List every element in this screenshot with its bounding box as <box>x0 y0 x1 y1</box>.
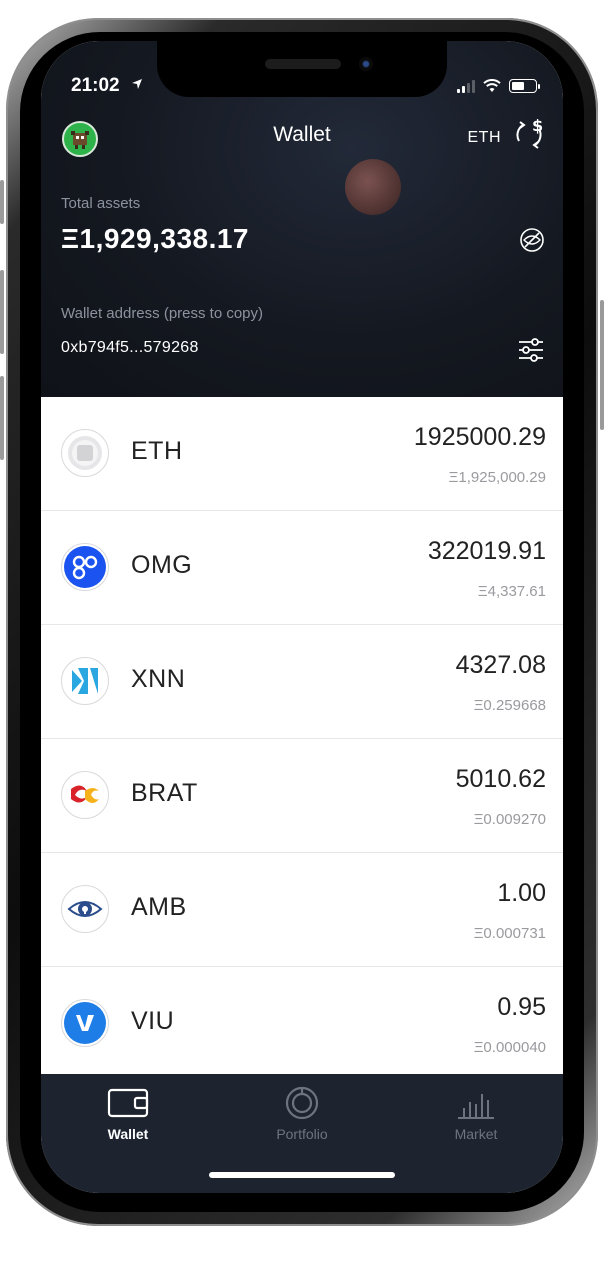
token-symbol: ETH <box>131 437 183 465</box>
token-eth-value: Ξ0.000731 <box>473 925 546 942</box>
token-row-xnn[interactable]: XNN 4327.08 Ξ0.259668 <box>41 625 563 739</box>
location-arrow-icon <box>131 77 143 95</box>
bottom-tab-bar: Wallet Portfolio Market <box>41 1074 563 1193</box>
token-symbol: AMB <box>131 893 187 921</box>
token-amount: 5010.62 <box>455 765 546 793</box>
token-amount: 322019.91 <box>427 537 546 565</box>
wallet-icon <box>107 1088 149 1118</box>
token-eth-value: Ξ1,925,000.29 <box>448 469 546 486</box>
token-amount: 0.95 <box>497 993 546 1021</box>
amb-token-icon <box>61 885 109 933</box>
wallet-address[interactable]: 0xb794f5...579268 <box>61 339 199 357</box>
volume-up-button <box>0 270 4 354</box>
front-camera <box>359 57 373 71</box>
tab-portfolio[interactable]: Portfolio <box>242 1084 362 1142</box>
token-eth-value: Ξ0.259668 <box>473 697 546 714</box>
tab-label: Wallet <box>107 1126 149 1142</box>
notch <box>157 41 447 97</box>
tab-label: Market <box>454 1126 498 1142</box>
status-time: 21:02 <box>71 75 120 96</box>
token-row-omg[interactable]: OMG 322019.91 Ξ4,337.61 <box>41 511 563 625</box>
token-eth-value: Ξ0.009270 <box>473 811 546 828</box>
token-symbol: BRAT <box>131 779 198 807</box>
token-eth-value: Ξ0.000040 <box>473 1039 546 1056</box>
omg-token-icon <box>61 543 109 591</box>
market-chart-icon <box>458 1094 494 1119</box>
currency-switch-icon[interactable]: $ <box>509 115 549 155</box>
xnn-token-icon <box>61 657 109 705</box>
token-symbol: VIU <box>131 1007 175 1035</box>
power-button <box>600 300 604 430</box>
mute-switch <box>0 180 4 224</box>
token-amount: 4327.08 <box>455 651 546 679</box>
sliders-settings-icon[interactable] <box>517 337 545 363</box>
token-row-brat[interactable]: BRAT 5010.62 Ξ0.009270 <box>41 739 563 853</box>
svg-text:$: $ <box>532 116 543 135</box>
viu-token-icon <box>61 999 109 1047</box>
status-indicators <box>457 79 540 93</box>
token-row-viu[interactable]: VIU 0.95 Ξ0.000040 <box>41 967 563 1081</box>
app-screen: 21:02 Wallet ETH $ Total assets Ξ1,929,3… <box>41 41 563 1193</box>
currency-label[interactable]: ETH <box>468 129 502 147</box>
moon-background-decoration <box>345 159 401 215</box>
hide-balance-icon[interactable] <box>519 227 545 253</box>
token-symbol: OMG <box>131 551 193 579</box>
token-row-eth[interactable]: ETH 1925000.29 Ξ1,925,000.29 <box>41 397 563 511</box>
token-row-amb[interactable]: AMB 1.00 Ξ0.000731 <box>41 853 563 967</box>
wifi-icon <box>483 79 501 92</box>
token-amount: 1925000.29 <box>413 423 546 451</box>
tab-label: Portfolio <box>276 1126 328 1142</box>
cellular-signal-icon <box>457 79 475 93</box>
total-assets-value: Ξ1,929,338.17 <box>61 223 250 254</box>
eth-token-icon <box>61 429 109 477</box>
home-indicator[interactable] <box>209 1172 395 1178</box>
tab-wallet[interactable]: Wallet <box>68 1084 188 1142</box>
tab-market[interactable]: Market <box>416 1084 536 1142</box>
earpiece-speaker <box>265 59 341 69</box>
portfolio-icon <box>285 1086 319 1120</box>
token-list: ETH 1925000.29 Ξ1,925,000.29 OMG 322019.… <box>41 397 563 1081</box>
brat-token-icon <box>61 771 109 819</box>
wallet-header: 21:02 Wallet ETH $ Total assets Ξ1,929,3… <box>41 41 563 397</box>
token-eth-value: Ξ4,337.61 <box>477 583 546 600</box>
token-symbol: XNN <box>131 665 186 693</box>
wallet-address-label: Wallet address (press to copy) <box>61 305 264 322</box>
total-assets-label: Total assets <box>61 195 141 212</box>
token-amount: 1.00 <box>497 879 546 907</box>
volume-down-button <box>0 376 4 460</box>
battery-icon <box>509 79 540 93</box>
